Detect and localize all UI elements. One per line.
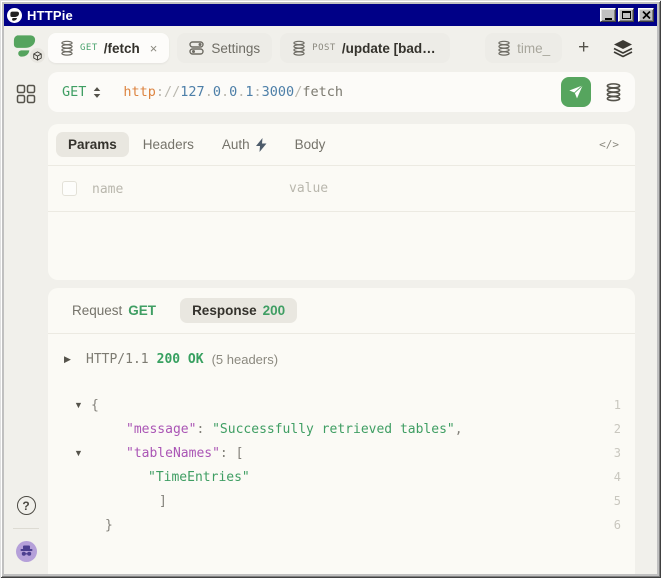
tab-method-badge: POST bbox=[312, 43, 336, 53]
param-checkbox[interactable] bbox=[62, 181, 77, 196]
tab-headers[interactable]: Headers bbox=[131, 132, 206, 157]
main-area: GET /fetch × Settings POST /update [bad … bbox=[48, 26, 657, 574]
code-line-text: } bbox=[91, 518, 113, 533]
code-line: ]5 bbox=[48, 489, 635, 513]
close-button[interactable] bbox=[638, 8, 654, 22]
status-text: 200 OK bbox=[157, 352, 204, 367]
tab-method-badge: GET bbox=[80, 43, 98, 53]
expand-headers-icon[interactable]: ▶ bbox=[64, 354, 78, 365]
line-number: 2 bbox=[614, 422, 621, 436]
tab-close-icon[interactable]: × bbox=[150, 41, 158, 56]
tab-request[interactable]: Request GET bbox=[60, 298, 168, 323]
param-name-input[interactable]: name bbox=[92, 182, 123, 197]
app-window: HTTPie ? bbox=[0, 0, 661, 578]
status-code-badge: 200 bbox=[263, 303, 286, 318]
tab-body[interactable]: Body bbox=[283, 132, 338, 157]
request-method-badge: GET bbox=[128, 303, 156, 318]
tab-settings[interactable]: Settings bbox=[177, 33, 272, 63]
line-number: 3 bbox=[614, 446, 621, 460]
apps-grid-icon[interactable] bbox=[16, 84, 36, 104]
tab-label: /fetch bbox=[104, 41, 140, 56]
url-input[interactable]: http://127.0.0.1:3000/fetch bbox=[123, 84, 343, 100]
tab-label: time_ bbox=[517, 41, 550, 56]
window-logo-icon bbox=[7, 8, 22, 23]
code-line: ▼{1 bbox=[48, 393, 635, 417]
response-body: ▼{1"message": "Successfully retrieved ta… bbox=[48, 393, 635, 537]
code-line-text: "TimeEntries" bbox=[91, 470, 250, 485]
request-editor-card: Params Headers Auth Body </> name value bbox=[48, 124, 635, 280]
paper-plane-icon bbox=[568, 84, 584, 100]
httpie-app: ? GET /fetch × Settings bbox=[4, 26, 657, 574]
titlebar: HTTPie bbox=[4, 4, 657, 26]
minimize-button[interactable] bbox=[600, 8, 616, 22]
fold-toggle-icon[interactable]: ▼ bbox=[74, 400, 91, 410]
param-value-input[interactable]: value bbox=[289, 181, 328, 196]
lightning-bolt-icon bbox=[256, 138, 267, 152]
new-tab-button[interactable]: + bbox=[572, 37, 595, 59]
code-line: "message": "Successfully retrieved table… bbox=[48, 417, 635, 441]
tab-params[interactable]: Params bbox=[56, 132, 129, 157]
package-badge-icon[interactable] bbox=[30, 48, 45, 63]
fold-toggle-icon[interactable]: ▼ bbox=[74, 448, 91, 458]
tab-label: /update [bad requ... bbox=[342, 41, 438, 56]
database-icon bbox=[60, 40, 74, 56]
line-number: 4 bbox=[614, 470, 621, 484]
param-row: name value bbox=[48, 166, 635, 212]
code-line-text: "tableNames": [ bbox=[91, 446, 243, 461]
url-card: GET http://127.0.0.1:3000/fetch bbox=[48, 72, 635, 112]
tab-auth[interactable]: Auth bbox=[210, 132, 279, 157]
request-editor-tabs: Params Headers Auth Body </> bbox=[48, 124, 635, 166]
status-line[interactable]: ▶ HTTP/1.1 200 OK (5 headers) bbox=[48, 352, 635, 367]
code-line-text: { bbox=[91, 398, 99, 413]
tab-response[interactable]: Response 200 bbox=[180, 298, 297, 323]
headers-count: (5 headers) bbox=[212, 352, 278, 367]
tab-stack-icon[interactable] bbox=[611, 39, 635, 58]
send-button[interactable] bbox=[561, 77, 591, 107]
settings-sliders-icon bbox=[189, 40, 205, 56]
tab-time[interactable]: time_ bbox=[485, 33, 562, 63]
sidebar-divider bbox=[13, 528, 39, 529]
maximize-button[interactable] bbox=[618, 8, 634, 22]
url-bar: GET http://127.0.0.1:3000/fetch bbox=[48, 72, 635, 112]
httpie-logo bbox=[11, 32, 41, 60]
window-title: HTTPie bbox=[27, 8, 73, 23]
sidebar: ? bbox=[4, 26, 48, 574]
database-icon bbox=[292, 40, 306, 56]
help-icon[interactable]: ? bbox=[17, 496, 36, 515]
line-number: 1 bbox=[614, 398, 621, 412]
request-options-icon[interactable] bbox=[605, 82, 622, 102]
tab-label: Settings bbox=[211, 41, 260, 56]
method-value: GET bbox=[62, 84, 86, 100]
code-line-text: ] bbox=[91, 494, 167, 509]
protocol: HTTP/1.1 bbox=[86, 352, 149, 367]
code-line: }6 bbox=[48, 513, 635, 537]
code-line: ▼"tableNames": [ 3 bbox=[48, 441, 635, 465]
chevron-up-down-icon bbox=[93, 87, 101, 98]
code-line-text: "message": "Successfully retrieved table… bbox=[91, 422, 463, 437]
code-line: "TimeEntries" 4 bbox=[48, 465, 635, 489]
tab-bar: GET /fetch × Settings POST /update [bad … bbox=[48, 33, 635, 63]
line-number: 5 bbox=[614, 494, 621, 508]
tab-fetch[interactable]: GET /fetch × bbox=[48, 33, 169, 63]
code-view-icon[interactable]: </> bbox=[599, 138, 619, 151]
user-avatar[interactable] bbox=[16, 541, 37, 562]
method-select[interactable]: GET bbox=[62, 84, 101, 100]
line-number: 6 bbox=[614, 518, 621, 532]
database-icon bbox=[497, 40, 511, 56]
tab-update[interactable]: POST /update [bad requ... bbox=[280, 33, 450, 63]
response-card: Request GET Response 200 ▶ HTTP/1.1 200 … bbox=[48, 288, 635, 574]
response-tabs: Request GET Response 200 bbox=[48, 288, 635, 334]
